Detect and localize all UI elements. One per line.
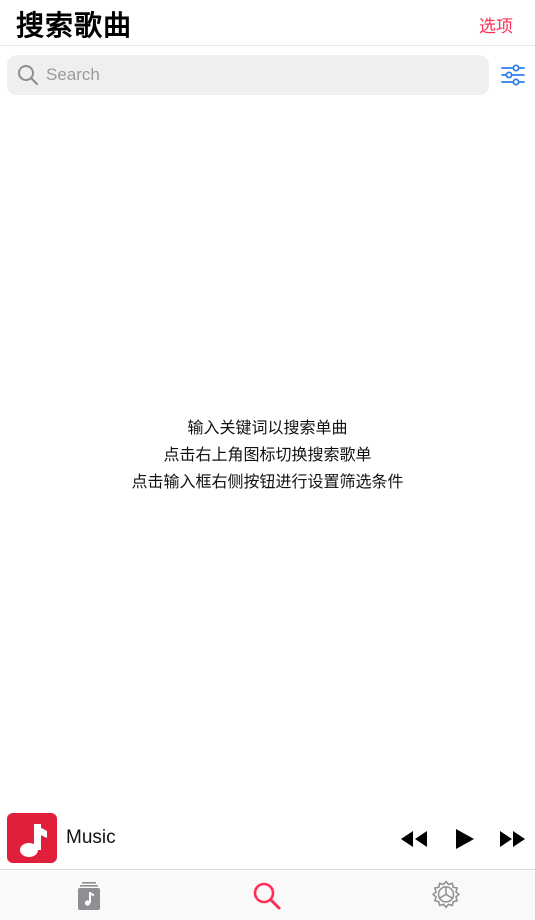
- search-icon: [18, 65, 39, 86]
- settings-gear-icon[interactable]: [429, 879, 463, 913]
- hint-line: 输入关键词以搜索单曲: [187, 418, 348, 437]
- play-icon[interactable]: [452, 828, 482, 850]
- nav-bar: 搜索歌曲 选项: [0, 0, 535, 46]
- album-art[interactable]: [7, 813, 57, 863]
- fast-forward-icon[interactable]: [498, 828, 528, 850]
- mini-player[interactable]: Music: [0, 808, 535, 870]
- music-note-icon: [20, 824, 47, 857]
- search-icon[interactable]: [250, 879, 284, 913]
- hint-line: 点击右上角图标切换搜索歌单: [163, 445, 372, 464]
- tab-bar: [0, 871, 535, 920]
- search-row: Search: [0, 50, 535, 100]
- hint-line: 点击输入框右侧按钮进行设置筛选条件: [131, 472, 404, 491]
- sliders-icon[interactable]: [500, 62, 526, 88]
- library-icon[interactable]: [72, 879, 106, 913]
- options-button[interactable]: 选项: [479, 12, 513, 37]
- rewind-icon[interactable]: [399, 828, 429, 850]
- page-title: 搜索歌曲: [16, 9, 133, 42]
- search-input[interactable]: Search: [7, 55, 489, 95]
- now-playing-title: Music: [66, 827, 116, 848]
- empty-state-hint: 输入关键词以搜索单曲 点击右上角图标切换搜索歌单 点击输入框右侧按钮进行设置筛选…: [0, 414, 535, 495]
- search-placeholder: Search: [46, 65, 100, 84]
